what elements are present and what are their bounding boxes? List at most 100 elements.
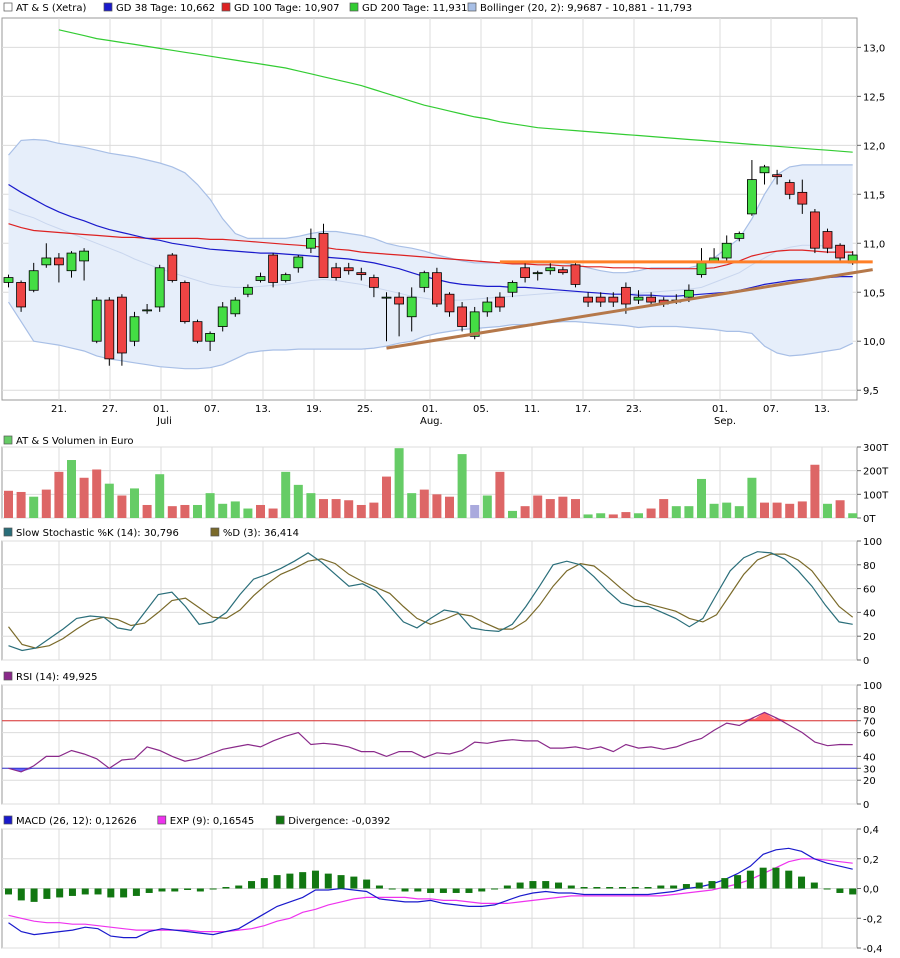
x-tick-label-7: 01. — [422, 404, 438, 415]
macd-divergence-bar-44 — [567, 885, 575, 889]
ytick-label-price-0: 13,0 — [863, 43, 885, 54]
volume-bar-45 — [571, 499, 580, 518]
macd-divergence-bar-29 — [375, 885, 383, 889]
volume-bar-25 — [319, 499, 328, 518]
x-tick-label-0: 21. — [51, 404, 67, 415]
candle-body-36 — [457, 306, 468, 327]
candle-body-62 — [784, 182, 795, 195]
candle-body-23 — [293, 256, 304, 269]
candle-body-25 — [318, 233, 329, 278]
macd-divergence-bar-30 — [388, 888, 396, 890]
volume-bar-18 — [230, 501, 240, 518]
candle-body-32 — [406, 296, 417, 318]
macd-divergence-bar-8 — [107, 888, 115, 898]
volume-bar-52 — [659, 499, 669, 518]
candle-body-40 — [507, 282, 518, 293]
macd-divergence-bar-34 — [439, 888, 447, 893]
x-tick-label-12: 01. — [712, 404, 728, 415]
legend-label-price-4: Bollinger (20, 2): 9,9687 - 10,881 - 11,… — [480, 3, 692, 14]
ytick-label-rsi-1: 80 — [863, 705, 876, 716]
candle-body-4 — [54, 257, 64, 266]
macd-divergence-bar-20 — [260, 878, 268, 889]
macd-divergence-bar-19 — [248, 881, 256, 889]
volume-bar-22 — [281, 471, 291, 518]
macd-divergence-bar-55 — [708, 881, 716, 889]
volume-bar-27 — [344, 500, 354, 518]
legend-label-price-0: AT & S (Xetra) — [16, 3, 86, 14]
x-month-label-1: Aug. — [420, 416, 443, 427]
macd-divergence-bar-53 — [682, 884, 690, 889]
macd-divergence-bar-38 — [491, 888, 499, 890]
volume-bar-42 — [533, 495, 543, 518]
candle-body-33 — [419, 272, 430, 288]
volume-bar-57 — [722, 502, 732, 518]
legend-swatch-stoch-0 — [3, 527, 13, 537]
volume-bar-58 — [734, 506, 744, 518]
ytick-label-rsi-3: 60 — [863, 729, 876, 740]
legend-swatch-volume-0 — [3, 435, 13, 445]
candle-body-55 — [696, 262, 707, 276]
volume-bar-67 — [848, 513, 858, 518]
candle-body-61 — [772, 174, 782, 178]
macd-divergence-bar-17 — [222, 887, 230, 889]
macd-divergence-bar-5 — [68, 888, 76, 896]
legend-label-rsi-0: RSI (14): 49,925 — [16, 672, 98, 683]
volume-bar-13 — [167, 506, 177, 518]
volume-bar-1 — [16, 491, 26, 518]
macd-divergence-bar-26 — [337, 875, 345, 889]
volume-bar-12 — [155, 474, 165, 518]
candle-body-0 — [3, 277, 14, 283]
macd-divergence-bar-12 — [158, 888, 166, 892]
candle-body-49 — [621, 286, 631, 305]
candle-body-9 — [117, 296, 127, 354]
candle-body-18 — [230, 299, 241, 315]
x-tick-label-14: 13. — [814, 404, 830, 415]
macd-divergence-bar-22 — [286, 873, 294, 889]
candle-body-11 — [142, 309, 153, 312]
legend-label-macd-2: Divergence: -0,0392 — [288, 816, 390, 827]
volume-bar-36 — [457, 454, 467, 518]
candle-body-24 — [305, 237, 316, 249]
macd-divergence-bar-11 — [145, 888, 153, 893]
candle-body-47 — [595, 296, 606, 303]
ytick-label-macd-1: 0,2 — [863, 855, 879, 866]
volume-bar-39 — [495, 471, 505, 518]
volume-bar-15 — [193, 504, 202, 518]
legend-label-price-1: GD 38 Tage: 10,662 — [116, 3, 215, 14]
macd-divergence-bar-13 — [171, 888, 179, 892]
macd-divergence-bar-6 — [81, 888, 89, 895]
ytick-label-rsi-5: 30 — [863, 764, 876, 775]
ytick-label-stoch-3: 40 — [863, 608, 876, 619]
candle-body-54 — [684, 289, 694, 298]
volume-bar-23 — [293, 484, 303, 518]
candle-body-21 — [268, 254, 279, 283]
volume-bar-46 — [583, 514, 593, 518]
volume-bar-4 — [54, 471, 64, 518]
candle-body-60 — [759, 166, 770, 174]
candle-body-29 — [368, 277, 379, 288]
volume-bar-48 — [608, 514, 618, 518]
macd-divergence-bar-27 — [350, 876, 358, 889]
macd-divergence-bar-47 — [606, 887, 614, 889]
macd-divergence-bar-24 — [311, 870, 319, 889]
candle-body-46 — [583, 296, 593, 303]
macd-divergence-bar-2 — [30, 888, 38, 902]
x-tick-label-1: 27. — [102, 404, 118, 415]
macd-divergence-bar-58 — [746, 870, 754, 889]
ytick-label-vol-1: 200T — [863, 467, 889, 478]
macd-divergence-bar-10 — [132, 888, 140, 896]
volume-bar-44 — [558, 496, 568, 518]
ytick-label-rsi-0: 100 — [863, 681, 882, 692]
x-month-label-0: Juli — [156, 416, 172, 427]
x-tick-label-8: 05. — [473, 404, 489, 415]
legend-label-stoch-0: Slow Stochastic %K (14): 30,796 — [16, 528, 179, 539]
macd-divergence-bar-28 — [363, 879, 371, 889]
macd-divergence-bar-31 — [401, 888, 409, 892]
macd-divergence-bar-37 — [478, 888, 486, 892]
legend-label-volume-0: AT & S Volumen in Euro — [16, 436, 134, 447]
macd-divergence-bar-3 — [43, 888, 51, 899]
volume-bar-59 — [747, 477, 757, 518]
candle-body-8 — [104, 299, 115, 360]
candle-body-31 — [394, 296, 405, 305]
candle-body-7 — [91, 299, 102, 342]
